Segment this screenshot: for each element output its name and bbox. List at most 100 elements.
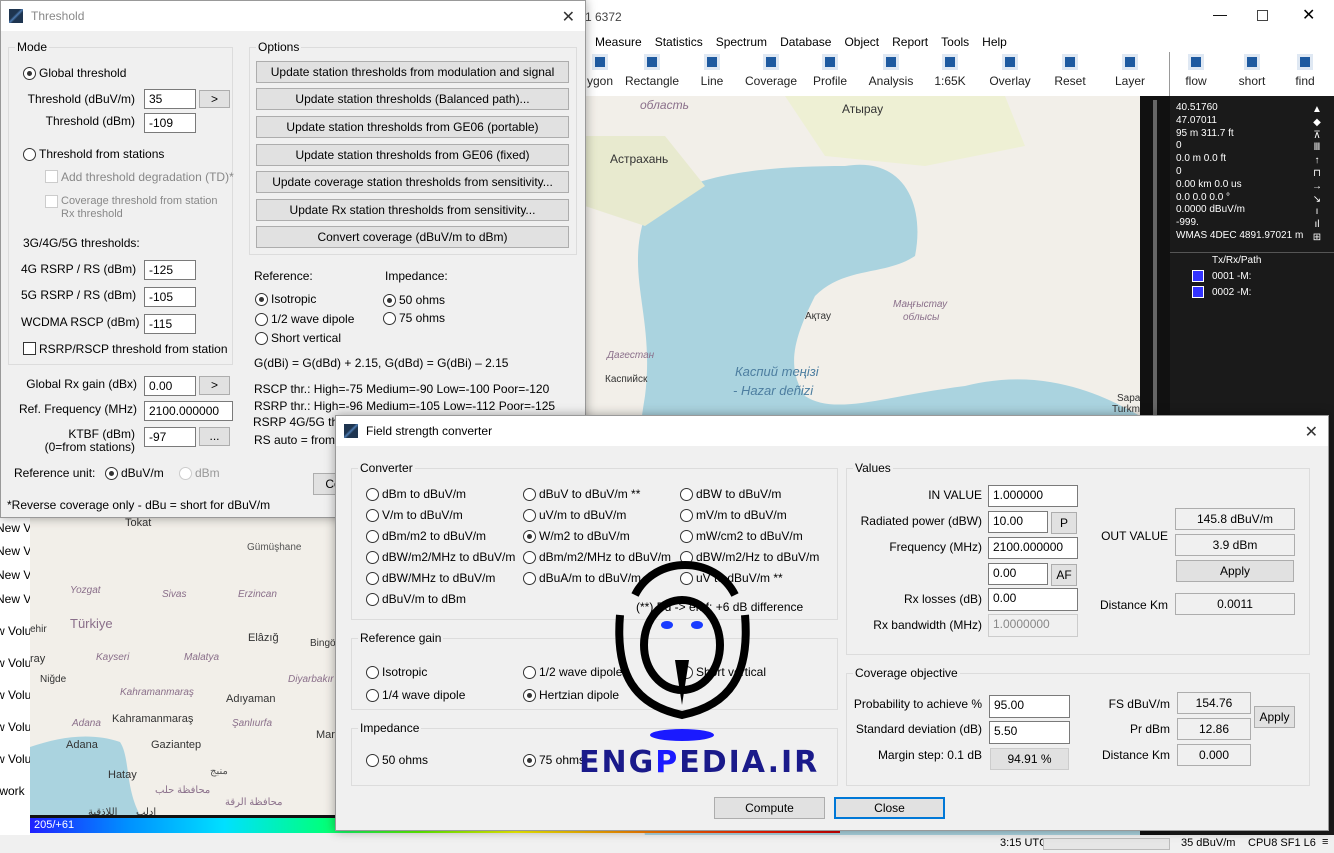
converter-titlebar[interactable]: Field strength converter xyxy=(336,416,1328,446)
tree-root[interactable]: Tx/Rx/Path xyxy=(1212,255,1261,268)
converter-option-radio[interactable]: W/m2 to dBuV/m xyxy=(523,529,630,543)
ref-frequency-input[interactable]: 2100.000000 xyxy=(144,401,233,421)
tree-item[interactable]: 0001 -M: xyxy=(1212,271,1251,284)
list-item[interactable]: New Vo xyxy=(0,592,30,606)
imp-50-radio[interactable]: 50 ohms xyxy=(383,293,445,307)
list-item[interactable]: w Volu xyxy=(0,752,30,766)
menu-statistics[interactable]: Statistics xyxy=(655,35,703,49)
4g-rsrp-input[interactable]: -125 xyxy=(144,260,196,280)
refgain-quarter-wave-radio[interactable]: 1/4 wave dipole xyxy=(366,688,465,702)
menu-object[interactable]: Object xyxy=(844,35,879,49)
update-modulation-button[interactable]: Update station thresholds from modulatio… xyxy=(256,61,569,83)
panel-icon-column[interactable]: ▲ ◆ ⊼ Ⅲ ↑ ⊓ → ↘ ı ıl ⊞ xyxy=(1310,104,1324,245)
radiated-power-input[interactable]: 10.00 xyxy=(988,511,1048,533)
tool-rectangle[interactable]: Rectangle xyxy=(622,54,682,88)
coverage-apply-button[interactable]: Apply xyxy=(1254,706,1295,728)
rx-bandwidth-input[interactable]: 1.0000000 xyxy=(988,614,1078,637)
update-ge06-fixed-button[interactable]: Update station thresholds from GE06 (fix… xyxy=(256,144,569,166)
ref-half-wave-radio[interactable]: 1/2 wave dipole xyxy=(255,312,354,326)
tool-profile[interactable]: Profile xyxy=(808,54,852,88)
threshold-arrow-button[interactable]: > xyxy=(199,90,230,108)
converter-option-radio[interactable]: dBm to dBuV/m xyxy=(366,487,466,501)
refgain-half-wave-radio[interactable]: 1/2 wave dipole xyxy=(523,665,622,679)
rx-gain-input[interactable]: 0.00 xyxy=(144,376,196,396)
close-button[interactable]: ✕ xyxy=(1302,5,1315,25)
rx-losses-input[interactable]: 0.00 xyxy=(988,588,1078,611)
tool-reset[interactable]: Reset xyxy=(1050,54,1090,88)
tool-line[interactable]: Line xyxy=(692,54,732,88)
menu-measure[interactable]: Measure xyxy=(595,35,642,49)
conv-imp-50-radio[interactable]: 50 ohms xyxy=(366,753,428,767)
rsrp-station-checkbox[interactable]: RSRP/RSCP threshold from station xyxy=(23,342,228,356)
refgain-hertzian-radio[interactable]: Hertzian dipole xyxy=(523,688,619,702)
list-item[interactable]: twork xyxy=(0,784,25,798)
list-item[interactable]: w Volu xyxy=(0,656,30,670)
list-item[interactable]: New Vo xyxy=(0,521,30,535)
tool-flow[interactable]: flow xyxy=(1178,54,1214,88)
update-coverage-sensitivity-button[interactable]: Update coverage station thresholds from … xyxy=(256,171,569,193)
update-balanced-button[interactable]: Update station thresholds (Balanced path… xyxy=(256,88,569,110)
converter-option-radio[interactable]: dBuA/m to dBuV/m xyxy=(523,571,641,585)
add-td-checkbox[interactable]: Add threshold degradation (TD)* xyxy=(45,170,234,184)
refgain-short-vertical-radio[interactable]: Short vertical xyxy=(680,665,766,679)
compute-button[interactable]: Compute xyxy=(714,797,825,819)
tool-coverage[interactable]: Coverage xyxy=(743,54,799,88)
coverage-threshold-checkbox[interactable]: Coverage threshold from station Rx thresh… xyxy=(45,195,218,221)
tree-item[interactable]: 0002 -M: xyxy=(1212,287,1251,300)
maximize-button[interactable] xyxy=(1257,10,1268,21)
menu-tools[interactable]: Tools xyxy=(941,35,969,49)
p-button[interactable]: P xyxy=(1051,512,1077,534)
converter-option-radio[interactable]: dBuV/m to dBm xyxy=(366,592,466,606)
ktbf-input[interactable]: -97 xyxy=(144,427,196,447)
ref-isotropic-radio[interactable]: Isotropic xyxy=(255,292,316,306)
frequency-input[interactable]: 2100.000000 xyxy=(988,537,1078,559)
values-apply-button[interactable]: Apply xyxy=(1176,560,1294,582)
menu-report[interactable]: Report xyxy=(892,35,928,49)
menu-spectrum[interactable]: Spectrum xyxy=(716,35,767,49)
tool-analysis[interactable]: Analysis xyxy=(866,54,916,88)
resize-grip-icon[interactable]: ≡ xyxy=(1322,836,1328,848)
ktbf-browse-button[interactable]: ... xyxy=(199,427,230,446)
converter-option-radio[interactable]: dBuV to dBuV/m ** xyxy=(523,487,640,501)
global-threshold-radio[interactable]: Global threshold xyxy=(23,66,126,80)
probability-input[interactable]: 95.00 xyxy=(989,695,1070,718)
list-item[interactable]: New Vo xyxy=(0,568,30,582)
minimize-button[interactable]: — xyxy=(1213,6,1227,22)
converter-option-radio[interactable]: dBW/MHz to dBuV/m xyxy=(366,571,495,585)
ref-short-vertical-radio[interactable]: Short vertical xyxy=(255,331,341,345)
converter-option-radio[interactable]: mV/m to dBuV/m xyxy=(680,508,787,522)
5g-rsrp-input[interactable]: -105 xyxy=(144,287,196,307)
list-item[interactable]: w Volu xyxy=(0,624,30,638)
af-input[interactable]: 0.00 xyxy=(988,563,1048,585)
close-button[interactable]: Close xyxy=(834,797,945,819)
converter-option-radio[interactable]: V/m to dBuV/m xyxy=(366,508,463,522)
menu-database[interactable]: Database xyxy=(780,35,831,49)
close-icon[interactable]: ✕ xyxy=(562,7,575,27)
threshold-from-stations-radio[interactable]: Threshold from stations xyxy=(23,147,164,161)
converter-option-radio[interactable]: dBW/m2/MHz to dBuV/m xyxy=(366,550,515,564)
conv-imp-75-radio[interactable]: 75 ohms xyxy=(523,753,585,767)
refgain-isotropic-radio[interactable]: Isotropic xyxy=(366,665,427,679)
tool-zoom-scale[interactable]: 1:65K xyxy=(932,54,968,88)
map-view-2[interactable]: Tokat Gümüşhane Yozgat Sivas Erzincan Tü… xyxy=(30,517,335,815)
converter-option-radio[interactable]: dBm/m2/MHz to dBuV/m xyxy=(523,550,671,564)
threshold-dbuv-input[interactable]: 35 xyxy=(144,89,196,109)
wcdma-rscp-input[interactable]: -115 xyxy=(144,314,196,334)
converter-option-radio[interactable]: uV to dBuV/m ** xyxy=(680,571,783,585)
tool-layer[interactable]: Layer xyxy=(1110,54,1150,88)
tool-overlay[interactable]: Overlay xyxy=(986,54,1034,88)
update-ge06-portable-button[interactable]: Update station thresholds from GE06 (por… xyxy=(256,116,569,138)
rx-gain-arrow-button[interactable]: > xyxy=(199,376,230,395)
in-value-input[interactable]: 1.000000 xyxy=(988,485,1078,507)
list-item[interactable]: w Volu xyxy=(0,720,30,734)
std-dev-input[interactable]: 5.50 xyxy=(989,721,1070,744)
list-item[interactable]: w Volu xyxy=(0,688,30,702)
list-item[interactable]: New Vo xyxy=(0,544,30,558)
close-icon[interactable]: ✕ xyxy=(1305,422,1318,442)
converter-option-radio[interactable]: dBW to dBuV/m xyxy=(680,487,781,501)
unit-dbm-radio[interactable]: dBm xyxy=(179,466,220,480)
tool-find[interactable]: find xyxy=(1290,54,1320,88)
unit-dbuv-radio[interactable]: dBuV/m xyxy=(105,466,164,480)
af-button[interactable]: AF xyxy=(1051,564,1077,586)
tool-short[interactable]: short xyxy=(1234,54,1270,88)
